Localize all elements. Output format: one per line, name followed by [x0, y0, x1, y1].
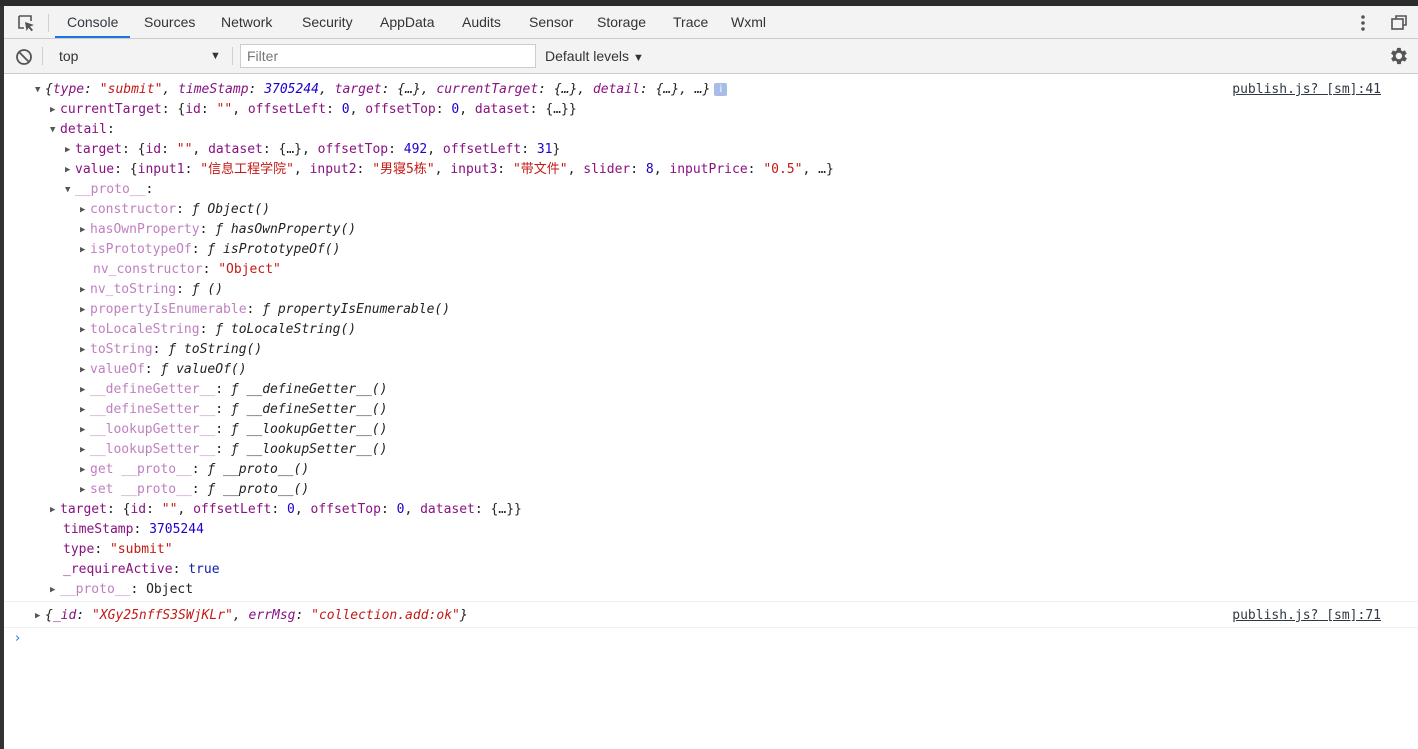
console-toolbar: top ▼ Default levels▼ [4, 39, 1418, 74]
inspect-icon[interactable] [16, 13, 36, 33]
log-entry-summary[interactable]: ▶ {_id: "XGy25nffS3SWjKLr", errMsg: "coll… [35, 606, 468, 626]
proto-member-row[interactable]: ▶ nv_toString: ƒ () [80, 280, 223, 300]
collapsed-triangle-icon[interactable]: ▶ [80, 480, 90, 500]
expanded-triangle-icon[interactable]: ▼ [50, 120, 60, 140]
property-row: _requireActive: true [63, 562, 220, 577]
proto-member-row: nv_constructor: "Object" [93, 262, 281, 277]
toolbar-separator [232, 47, 233, 65]
tab-audits[interactable]: Audits [450, 6, 513, 38]
tab-security[interactable]: Security [290, 6, 365, 38]
tab-console[interactable]: Console [55, 6, 131, 38]
undock-icon[interactable] [1390, 14, 1408, 32]
devtools-tab-bar: Console Sources Network Security AppData… [4, 6, 1418, 39]
property-row[interactable]: ▶ currentTarget: {id: "", offsetLeft: 0, … [50, 100, 577, 120]
dropdown-arrow-icon: ▼ [210, 50, 221, 62]
log-entry-summary[interactable]: ▼ {type: "submit", timeStamp: 3705244, ta… [35, 80, 728, 100]
tab-storage[interactable]: Storage [585, 6, 658, 38]
collapsed-triangle-icon[interactable]: ▶ [80, 400, 90, 420]
info-icon[interactable]: i [714, 83, 728, 96]
proto-member-row[interactable]: ▶ valueOf: ƒ valueOf() [80, 360, 247, 380]
expanded-triangle-icon[interactable]: ▼ [35, 80, 45, 100]
proto-member-row[interactable]: ▶ hasOwnProperty: ƒ hasOwnProperty() [80, 220, 356, 240]
collapsed-triangle-icon[interactable]: ▶ [80, 220, 90, 240]
context-value: top [59, 48, 79, 64]
property-row[interactable]: ▶ target: {id: "", offsetLeft: 0, offsetT… [50, 500, 522, 520]
tab-trace[interactable]: Trace [661, 6, 720, 38]
clear-console-icon[interactable] [15, 48, 33, 66]
collapsed-triangle-icon[interactable]: ▶ [80, 440, 90, 460]
log-levels-label: Default levels [545, 48, 630, 64]
context-selector[interactable]: top ▼ [50, 45, 225, 67]
collapsed-triangle-icon[interactable]: ▶ [80, 380, 90, 400]
kebab-menu-icon[interactable] [1356, 13, 1370, 33]
collapsed-triangle-icon[interactable]: ▶ [80, 240, 90, 260]
proto-member-row[interactable]: ▶ set __proto__: ƒ __proto__() [80, 480, 309, 500]
collapsed-triangle-icon[interactable]: ▶ [80, 420, 90, 440]
toolbar-separator [42, 47, 43, 65]
tab-sensor[interactable]: Sensor [517, 6, 585, 38]
collapsed-triangle-icon[interactable]: ▶ [35, 606, 45, 626]
expanded-triangle-icon[interactable]: ▼ [65, 180, 75, 200]
entry-divider [4, 627, 1418, 628]
property-row[interactable]: ▼ __proto__: [65, 180, 153, 200]
source-link[interactable]: publish.js? [sm]:41 [1232, 80, 1381, 100]
collapsed-triangle-icon[interactable]: ▶ [80, 460, 90, 480]
proto-member-row[interactable]: ▶ toString: ƒ toString() [80, 340, 262, 360]
collapsed-triangle-icon[interactable]: ▶ [80, 320, 90, 340]
tab-separator [48, 14, 49, 32]
collapsed-triangle-icon[interactable]: ▶ [50, 500, 60, 520]
proto-member-row[interactable]: ▶ __defineSetter__: ƒ __defineSetter__() [80, 400, 387, 420]
tab-wxml[interactable]: Wxml [719, 6, 778, 38]
collapsed-triangle-icon[interactable]: ▶ [80, 340, 90, 360]
proto-member-row[interactable]: ▶ __lookupSetter__: ƒ __lookupSetter__() [80, 440, 387, 460]
proto-member-row[interactable]: ▶ constructor: ƒ Object() [80, 200, 270, 220]
collapsed-triangle-icon[interactable]: ▶ [50, 100, 60, 120]
property-row: type: "submit" [63, 542, 173, 557]
property-row[interactable]: ▶ __proto__: Object [50, 580, 193, 600]
source-link[interactable]: publish.js? [sm]:71 [1232, 606, 1381, 626]
entry-divider [4, 601, 1418, 602]
console-output: ▼ {type: "submit", timeStamp: 3705244, ta… [4, 74, 1418, 749]
collapsed-triangle-icon[interactable]: ▶ [65, 160, 75, 180]
gear-icon[interactable] [1387, 45, 1409, 67]
property-row: timeStamp: 3705244 [63, 522, 204, 537]
proto-member-row[interactable]: ▶ isPrototypeOf: ƒ isPrototypeOf() [80, 240, 340, 260]
collapsed-triangle-icon[interactable]: ▶ [65, 140, 75, 160]
log-levels-dropdown[interactable]: Default levels ▼ [545, 45, 644, 67]
collapsed-triangle-icon[interactable]: ▶ [80, 360, 90, 380]
property-row[interactable]: ▼ detail: [50, 120, 115, 140]
proto-member-row[interactable]: ▶ toLocaleString: ƒ toLocaleString() [80, 320, 356, 340]
prompt-chevron-icon[interactable]: › [15, 631, 20, 646]
property-row[interactable]: ▶ value: {input1: "信息工程学院", input2: "男寝5栋… [65, 160, 834, 180]
tab-network[interactable]: Network [209, 6, 284, 38]
proto-member-row[interactable]: ▶ get __proto__: ƒ __proto__() [80, 460, 309, 480]
tab-appdata[interactable]: AppData [368, 6, 446, 38]
collapsed-triangle-icon[interactable]: ▶ [80, 280, 90, 300]
collapsed-triangle-icon[interactable]: ▶ [50, 580, 60, 600]
property-row[interactable]: ▶ target: {id: "", dataset: {…}, offsetTo… [65, 140, 560, 160]
dropdown-arrow-icon: ▼ [633, 52, 644, 64]
tab-sources[interactable]: Sources [132, 6, 207, 38]
proto-member-row[interactable]: ▶ __lookupGetter__: ƒ __lookupGetter__() [80, 420, 387, 440]
filter-input[interactable] [240, 44, 536, 68]
collapsed-triangle-icon[interactable]: ▶ [80, 200, 90, 220]
proto-member-row[interactable]: ▶ propertyIsEnumerable: ƒ propertyIsEnume… [80, 300, 450, 320]
collapsed-triangle-icon[interactable]: ▶ [80, 300, 90, 320]
proto-member-row[interactable]: ▶ __defineGetter__: ƒ __defineGetter__() [80, 380, 387, 400]
